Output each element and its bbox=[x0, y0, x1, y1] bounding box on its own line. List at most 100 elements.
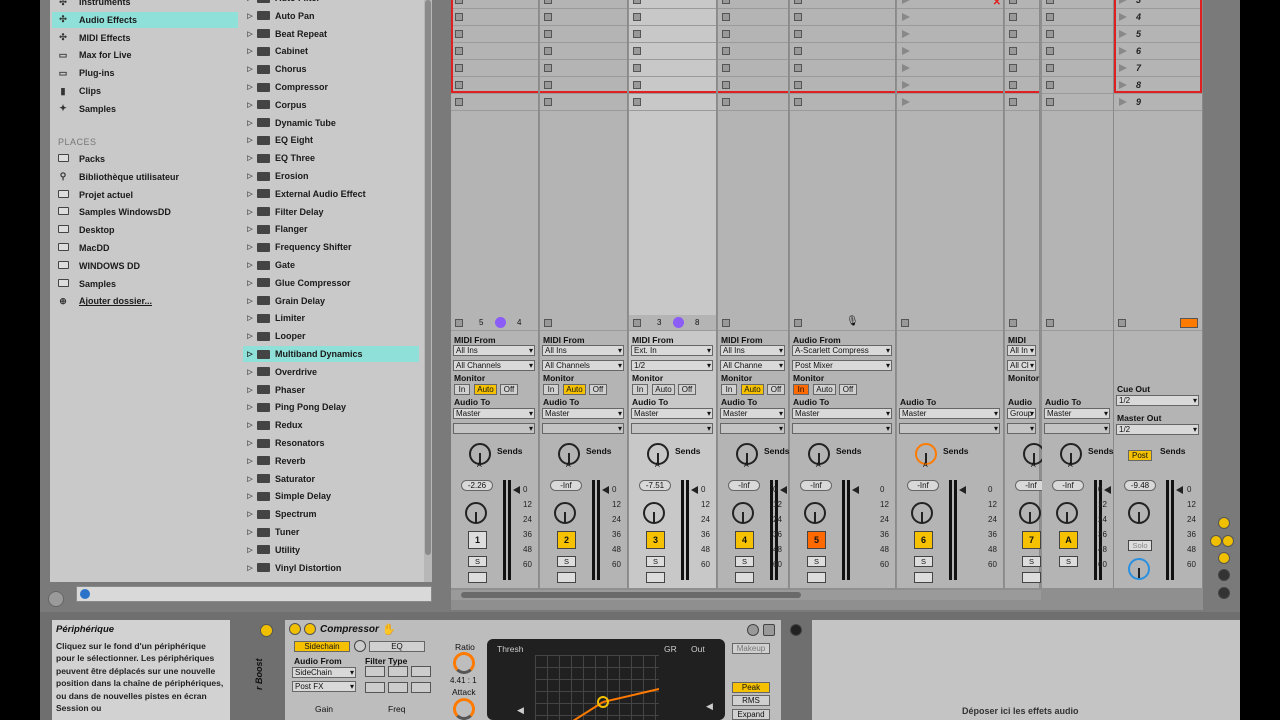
arm-button[interactable] bbox=[646, 572, 665, 583]
makeup-button[interactable]: Makeup bbox=[732, 643, 770, 654]
expand-arrow-icon[interactable]: ▷ bbox=[243, 421, 257, 429]
input-channel-dropdown[interactable]: All Cl bbox=[1007, 360, 1036, 371]
track-stop-button[interactable] bbox=[544, 319, 552, 327]
expand-arrow-icon[interactable]: ▷ bbox=[243, 457, 257, 465]
expand-arrow-icon[interactable]: ▷ bbox=[243, 12, 257, 20]
clip-stop-icon[interactable] bbox=[1009, 98, 1017, 106]
places-item-macdd[interactable]: MacDD bbox=[52, 240, 238, 256]
browser-category-samples[interactable]: ✦ Samples bbox=[52, 101, 238, 117]
master-volume-display[interactable]: -9.48 bbox=[1124, 480, 1156, 491]
places-item-desktop[interactable]: Desktop bbox=[52, 222, 238, 238]
track-activator-button[interactable]: 4 bbox=[735, 531, 754, 549]
track-activator-button[interactable]: A bbox=[1059, 531, 1078, 549]
clip-stop-icon[interactable] bbox=[794, 98, 802, 106]
attack-knob[interactable] bbox=[453, 698, 475, 720]
volume-display[interactable]: -Inf bbox=[1052, 480, 1084, 491]
track-activator-button[interactable]: 1 bbox=[468, 531, 487, 549]
pan-knob[interactable] bbox=[1056, 502, 1078, 524]
clip-slot[interactable] bbox=[1042, 9, 1113, 26]
device-chain-info-icon[interactable] bbox=[790, 624, 802, 636]
pan-knob[interactable] bbox=[1019, 502, 1041, 524]
clip-stop-icon[interactable] bbox=[722, 98, 730, 106]
device-menu-icon[interactable] bbox=[747, 624, 759, 636]
input-type-dropdown[interactable]: All Ins bbox=[542, 345, 624, 356]
crossfader-toggle-icon[interactable] bbox=[1218, 569, 1230, 581]
browser-item[interactable]: ▷ Simple Delay bbox=[243, 488, 419, 504]
expand-arrow-icon[interactable]: ▷ bbox=[243, 314, 257, 322]
track-stop-button[interactable] bbox=[1009, 319, 1017, 327]
solo-button[interactable]: S bbox=[807, 556, 826, 567]
browser-item[interactable]: ▷ Corpus bbox=[243, 97, 419, 113]
input-channel-dropdown[interactable]: All Channe bbox=[720, 360, 785, 371]
browser-category-instruments[interactable]: ✣ Instruments bbox=[52, 0, 238, 10]
returns-toggle-icon[interactable] bbox=[1222, 535, 1234, 547]
fader-arrow-icon[interactable] bbox=[513, 486, 520, 494]
expand-arrow-icon[interactable]: ▷ bbox=[243, 190, 257, 198]
output-channel-dropdown[interactable] bbox=[899, 423, 1000, 434]
browser-item[interactable]: ▷ Chorus bbox=[243, 61, 419, 77]
post-button[interactable]: Post bbox=[1128, 450, 1152, 461]
expand-arrow-icon[interactable]: ▷ bbox=[243, 0, 257, 2]
places-item-packs[interactable]: Packs bbox=[52, 151, 238, 167]
expand-arrow-icon[interactable]: ▷ bbox=[243, 225, 257, 233]
input-channel-dropdown[interactable]: All Channels bbox=[453, 360, 535, 371]
solo-button[interactable]: S bbox=[1059, 556, 1078, 567]
output-dropdown[interactable]: Master bbox=[720, 408, 785, 419]
browser-item[interactable]: ▷ Ping Pong Delay bbox=[243, 399, 419, 415]
input-type-dropdown[interactable]: All Ins bbox=[453, 345, 535, 356]
browser-item[interactable]: ▷ Redux bbox=[243, 417, 419, 433]
pan-knob[interactable] bbox=[732, 502, 754, 524]
clip-stop-icon[interactable] bbox=[455, 98, 463, 106]
expand-arrow-icon[interactable]: ▷ bbox=[243, 403, 257, 411]
monitor-auto-button[interactable]: Auto bbox=[741, 384, 764, 395]
group-play-icon[interactable] bbox=[902, 98, 910, 106]
pan-knob[interactable] bbox=[643, 502, 665, 524]
expand-arrow-icon[interactable]: ▷ bbox=[243, 546, 257, 554]
expand-arrow-icon[interactable]: ▷ bbox=[243, 564, 257, 572]
clip-slot[interactable] bbox=[1042, 77, 1113, 94]
browser-item[interactable]: ▷ Looper bbox=[243, 328, 419, 344]
volume-display[interactable]: -Inf bbox=[728, 480, 760, 491]
output-channel-dropdown[interactable] bbox=[542, 423, 624, 434]
monitor-in-button[interactable]: In bbox=[632, 384, 648, 395]
solo-button[interactable]: S bbox=[735, 556, 754, 567]
output-channel-dropdown[interactable] bbox=[1007, 423, 1036, 434]
input-type-dropdown[interactable]: Ext. In bbox=[631, 345, 713, 356]
compressor-activator-icon[interactable] bbox=[289, 623, 301, 635]
browser-category-clips[interactable]: ▮ Clips bbox=[52, 83, 238, 99]
master-fader-arrow-icon[interactable] bbox=[1176, 486, 1183, 494]
expand-arrow-icon[interactable]: ▷ bbox=[243, 101, 257, 109]
browser-item[interactable]: ▷ Grain Delay bbox=[243, 293, 419, 309]
output-dropdown[interactable]: Master bbox=[631, 408, 713, 419]
filter-lowpass-button[interactable] bbox=[365, 666, 385, 677]
monitor-auto-button[interactable]: Auto bbox=[563, 384, 586, 395]
track-stop-button[interactable] bbox=[901, 319, 909, 327]
output-dropdown[interactable]: Master bbox=[542, 408, 624, 419]
clip-stop-icon[interactable] bbox=[633, 98, 641, 106]
pan-knob[interactable] bbox=[911, 502, 933, 524]
track-stop-button[interactable] bbox=[794, 319, 802, 327]
solo-button[interactable]: S bbox=[1022, 556, 1041, 567]
places-item-projet-actuel[interactable]: Projet actuel bbox=[52, 187, 238, 203]
browser-item[interactable]: ▷ Frequency Shifter bbox=[243, 239, 419, 255]
expand-arrow-icon[interactable]: ▷ bbox=[243, 65, 257, 73]
track-stop-button[interactable] bbox=[633, 319, 641, 327]
master-out-dropdown[interactable]: 1/2 bbox=[1116, 424, 1199, 435]
master-solo-button[interactable]: Solo bbox=[1128, 540, 1152, 551]
expand-arrow-icon[interactable]: ▷ bbox=[243, 136, 257, 144]
record-arm-x-icon[interactable]: ✕ bbox=[993, 0, 1001, 8]
fader-arrow-icon[interactable] bbox=[1104, 486, 1111, 494]
monitor-in-button[interactable]: In bbox=[721, 384, 737, 395]
input-channel-dropdown[interactable]: 1/2 bbox=[631, 360, 713, 371]
output-dropdown[interactable]: Master bbox=[1044, 408, 1110, 419]
arm-button[interactable] bbox=[557, 572, 576, 583]
clip-stop-icon[interactable] bbox=[1046, 81, 1054, 89]
monitor-off-button[interactable]: Off bbox=[839, 384, 857, 395]
track-activator-button[interactable]: 5 bbox=[807, 531, 826, 549]
thresh-arrow-icon[interactable]: ◀ bbox=[517, 705, 524, 716]
expand-arrow-icon[interactable]: ▷ bbox=[243, 386, 257, 394]
browser-item[interactable]: ▷ Resonators bbox=[243, 435, 419, 451]
clip-slot[interactable] bbox=[1042, 43, 1113, 60]
input-type-dropdown[interactable]: All In bbox=[1007, 345, 1036, 356]
output-channel-dropdown[interactable] bbox=[792, 423, 892, 434]
